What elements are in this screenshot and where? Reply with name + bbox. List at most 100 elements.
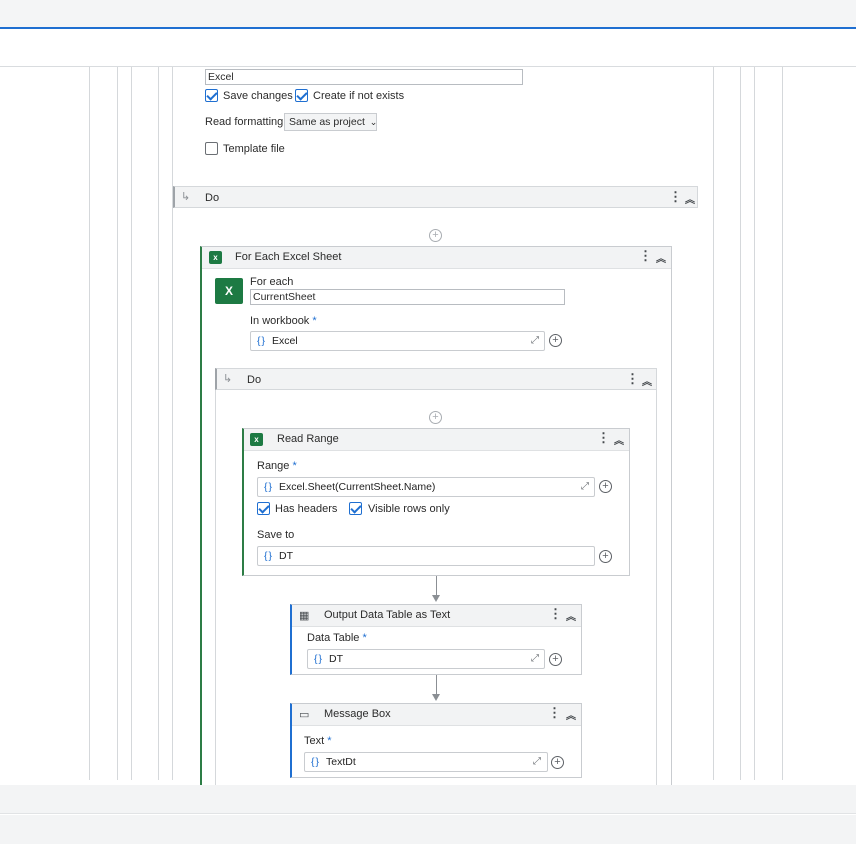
outer-do-label: Do (205, 192, 220, 204)
for-each-variable-field[interactable]: CurrentSheet (250, 289, 565, 305)
nesting-line (754, 67, 755, 780)
output-data-table-title: Output Data Table as Text (324, 609, 451, 621)
more-options-icon[interactable]: ⋮ (597, 430, 610, 446)
collapse-icon[interactable]: ︽ (614, 432, 624, 447)
in-workbook-field[interactable]: {} Excel ⤢ (250, 331, 545, 351)
collapse-icon[interactable]: ︽ (642, 373, 652, 388)
collapse-icon[interactable]: ︽ (566, 707, 576, 722)
inner-do-header[interactable]: ↳ Do ⋮ ︽ (215, 368, 657, 390)
range-label-text: Range (257, 460, 290, 472)
collapse-icon[interactable]: ︽ (685, 191, 695, 206)
data-table-field[interactable]: {} DT ⤢ (307, 649, 545, 669)
read-formatting-value: Same as project (289, 116, 365, 128)
read-formatting-label: Read formatting (205, 116, 284, 128)
message-box-icon: ▭ (299, 709, 310, 721)
flow-connector (436, 675, 437, 694)
in-workbook-value: Excel (272, 335, 298, 347)
more-options-icon[interactable]: ⋮ (669, 189, 682, 205)
read-range-header[interactable]: x Read Range ⋮ ︽ (244, 429, 629, 451)
expression-brace-icon: {} (264, 481, 274, 493)
branch-arrow-icon: ↳ (181, 191, 191, 203)
template-file-checkbox[interactable] (205, 142, 218, 155)
read-range-title: Read Range (277, 433, 339, 445)
inner-do-label: Do (247, 374, 262, 386)
expand-editor-icon[interactable]: ⤢ (581, 481, 589, 492)
outer-do-header[interactable]: ↳ Do ⋮ ︽ (173, 186, 698, 208)
expression-brace-icon: {} (314, 653, 324, 665)
expression-brace-icon: {} (311, 756, 321, 768)
more-options-icon[interactable]: ⋮ (549, 606, 562, 622)
excel-icon: x (209, 251, 222, 264)
create-if-not-exists-label: Create if not exists (313, 90, 405, 102)
designer-breadcrumb-bar (0, 31, 856, 67)
range-value: Excel.Sheet(CurrentSheet.Name) (279, 481, 436, 493)
nesting-line (656, 390, 657, 786)
workbook-path-value: Excel (208, 71, 234, 83)
for-each-label: For each (250, 276, 294, 288)
nesting-line (740, 67, 741, 780)
chevron-down-icon: ⌄ (369, 117, 378, 127)
flow-arrow-icon (432, 595, 440, 602)
data-table-label-text: Data Table (307, 632, 360, 644)
nesting-line (131, 67, 132, 780)
expand-editor-icon[interactable]: ⤢ (533, 756, 541, 767)
in-workbook-label-text: In workbook (250, 315, 310, 327)
expression-brace-icon: {} (264, 550, 274, 562)
text-label-text: Text (304, 735, 325, 747)
expression-brace-icon: {} (257, 335, 267, 347)
add-activity-icon[interactable]: + (429, 411, 442, 424)
add-variable-icon[interactable]: + (551, 756, 564, 769)
add-variable-icon[interactable]: + (549, 334, 562, 347)
range-label: Range * (257, 460, 297, 472)
collapse-icon[interactable]: ︽ (566, 608, 576, 623)
output-data-table-header[interactable]: ▦ Output Data Table as Text ⋮ ︽ (292, 605, 581, 627)
has-headers-label: Has headers (275, 503, 338, 515)
save-to-value: DT (279, 550, 293, 562)
flow-arrow-icon (432, 694, 440, 701)
workbook-path-field[interactable]: Excel (205, 69, 523, 85)
save-changes-checkbox[interactable] (205, 89, 218, 102)
template-file-label: Template file (223, 143, 285, 155)
add-variable-icon[interactable]: + (599, 480, 612, 493)
flow-connector (436, 576, 437, 595)
text-value: TextDt (326, 756, 356, 768)
nesting-line (782, 67, 783, 780)
add-variable-icon[interactable]: + (599, 550, 612, 563)
range-field[interactable]: {} Excel.Sheet(CurrentSheet.Name) ⤢ (257, 477, 595, 497)
excel-icon: x (250, 433, 263, 446)
save-to-label: Save to (257, 529, 295, 541)
required-mark: * (292, 460, 297, 472)
data-table-value: DT (329, 653, 343, 665)
more-options-icon[interactable]: ⋮ (548, 705, 561, 721)
nesting-line (158, 67, 159, 780)
read-formatting-dropdown[interactable]: Same as project ⌄ (284, 113, 377, 131)
more-options-icon[interactable]: ⋮ (639, 248, 652, 264)
required-mark: * (362, 632, 367, 644)
for-each-variable-value: CurrentSheet (253, 291, 316, 303)
in-workbook-label: In workbook * (250, 315, 317, 327)
save-to-field[interactable]: {} DT (257, 546, 595, 566)
add-activity-icon[interactable]: + (429, 229, 442, 242)
save-changes-label: Save changes (223, 90, 293, 102)
nesting-line (713, 67, 714, 780)
data-table-label: Data Table * (307, 632, 367, 644)
data-table-icon: ▦ (299, 610, 310, 622)
for-each-excel-sheet-header[interactable]: x For Each Excel Sheet ⋮ ︽ (202, 247, 671, 269)
for-each-excel-sheet-title: For Each Excel Sheet (235, 251, 342, 263)
expand-editor-icon[interactable]: ⤢ (531, 335, 539, 346)
expand-editor-icon[interactable]: ⤢ (531, 653, 539, 664)
message-box-header[interactable]: ▭ Message Box ⋮ ︽ (292, 704, 581, 726)
branch-arrow-icon: ↳ (223, 373, 233, 385)
text-field[interactable]: {} TextDt ⤢ (304, 752, 548, 772)
status-bar (0, 815, 856, 844)
more-options-icon[interactable]: ⋮ (626, 371, 639, 387)
bottom-panel-bar (0, 785, 856, 814)
nesting-line (215, 390, 216, 786)
has-headers-checkbox[interactable] (257, 502, 270, 515)
add-variable-icon[interactable]: + (549, 653, 562, 666)
collapse-icon[interactable]: ︽ (656, 250, 666, 265)
nesting-line (117, 67, 118, 780)
top-toolbar (0, 0, 856, 29)
visible-rows-only-checkbox[interactable] (349, 502, 362, 515)
create-if-not-exists-checkbox[interactable] (295, 89, 308, 102)
